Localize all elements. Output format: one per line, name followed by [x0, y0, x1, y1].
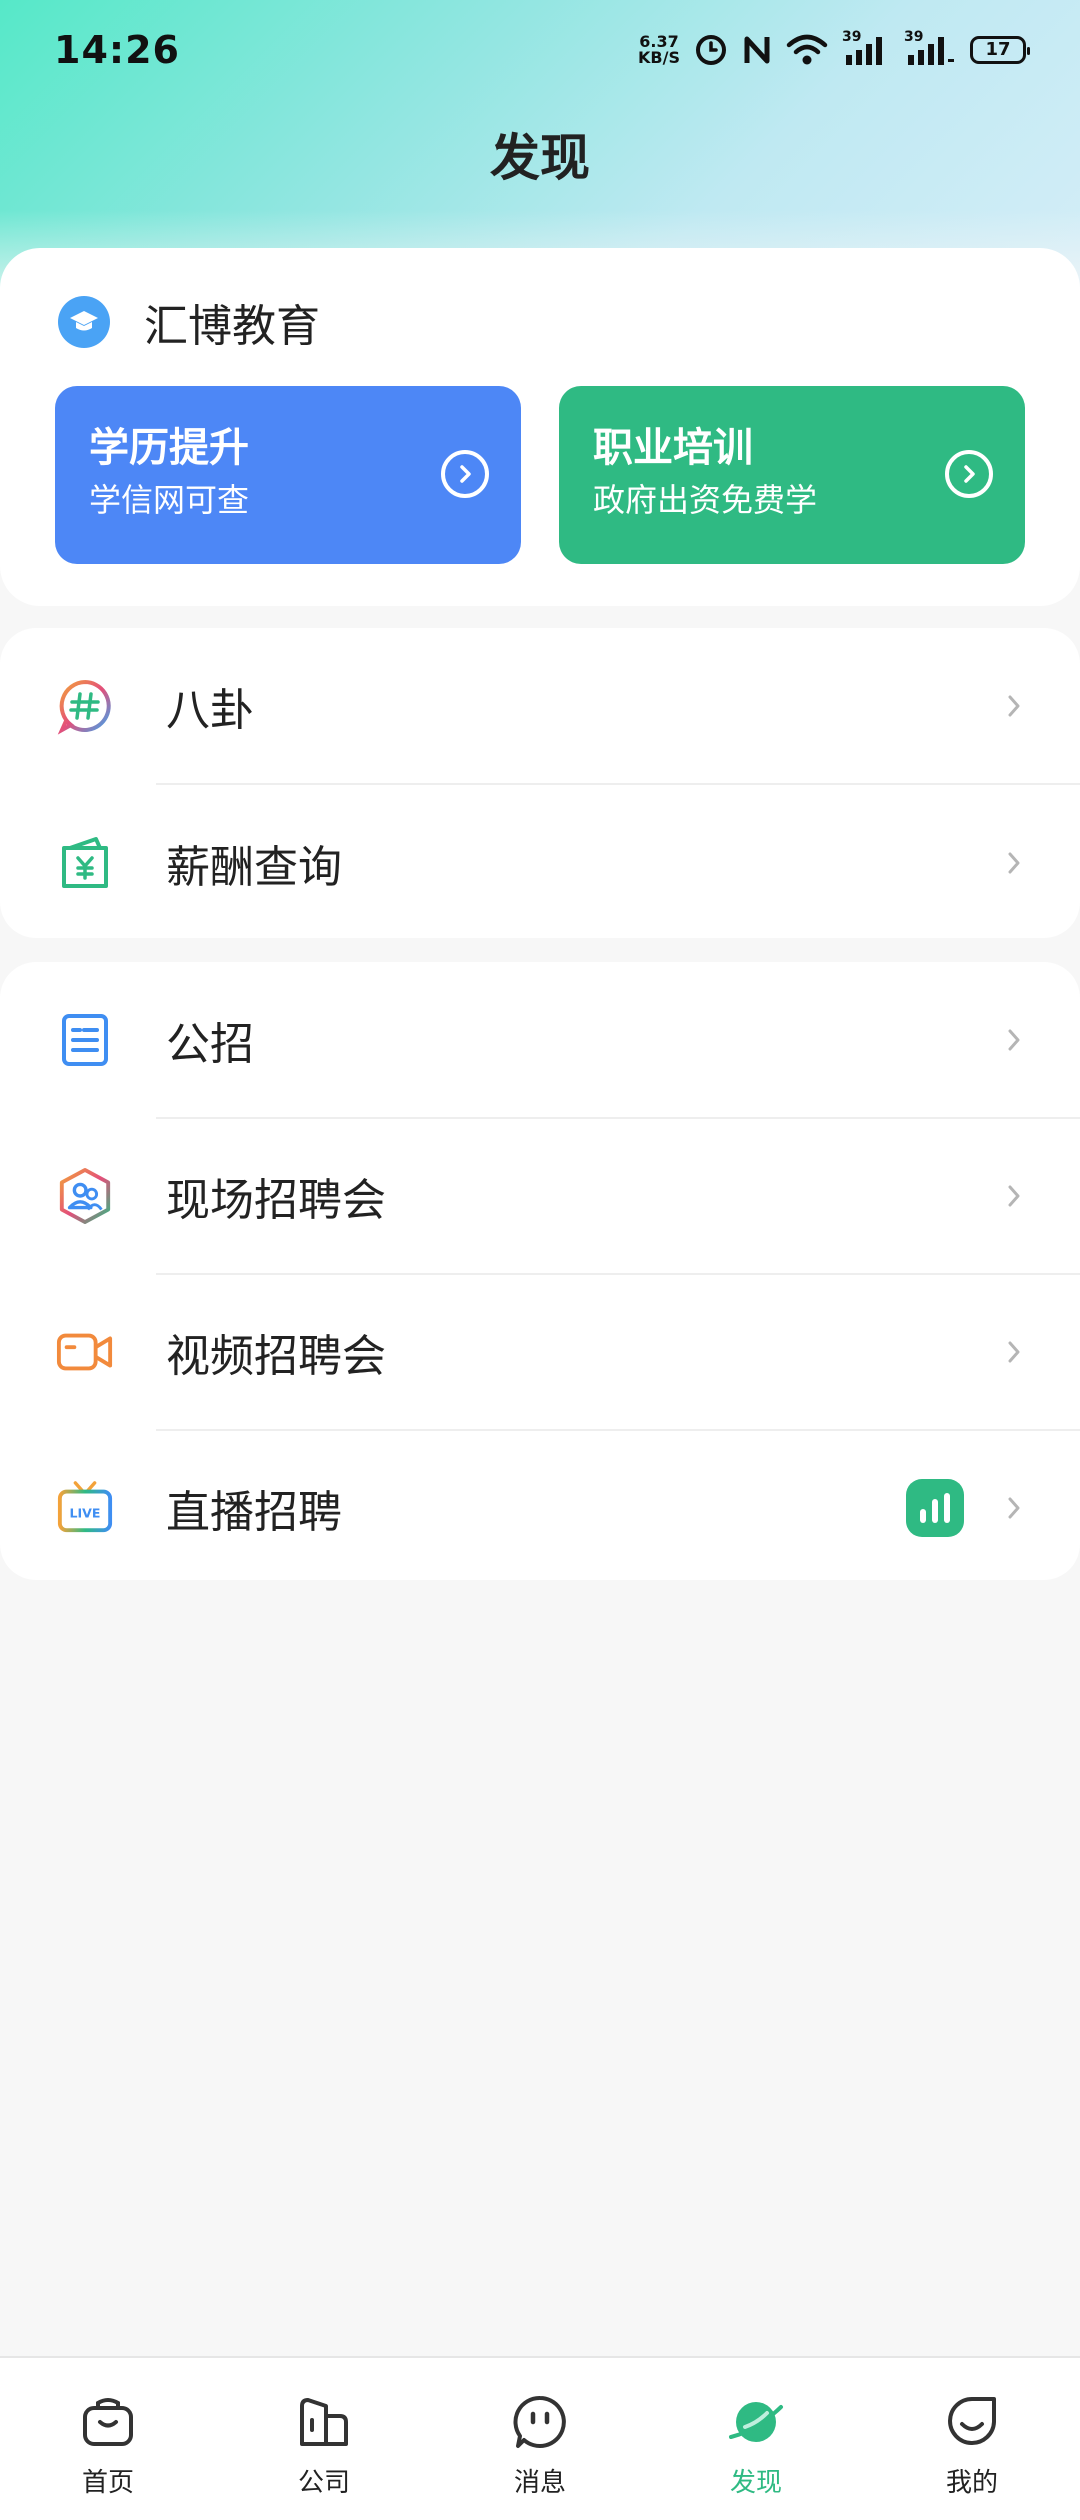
- graduation-cap-icon: [58, 296, 110, 348]
- status-bar: 14:26 6.37 KB/S 39 39 17: [0, 0, 1080, 100]
- promo-subtitle: 学信网可查: [89, 481, 250, 519]
- alarm-icon: [696, 35, 726, 65]
- arrow-circle-icon: [441, 450, 489, 498]
- promo-degree-upgrade[interactable]: 学历提升 学信网可查: [55, 386, 521, 564]
- chevron-right-icon: [1008, 1497, 1020, 1518]
- promo-vocational-training[interactable]: 职业培训 政府出资免费学: [559, 386, 1025, 564]
- list-item-label: 现场招聘会: [166, 1174, 386, 1226]
- list-item-label: 八卦: [166, 684, 254, 736]
- promo-title: 职业培训: [593, 425, 753, 471]
- list-item-live-recruitment[interactable]: LIVE 直播招聘: [0, 1430, 1080, 1585]
- svg-text:LIVE: LIVE: [70, 1505, 101, 1520]
- tab-me[interactable]: 我的: [864, 2358, 1080, 2520]
- chevron-right-icon: [1008, 1341, 1020, 1362]
- list-item-label: 公招: [166, 1018, 254, 1070]
- gossip-hashtag-icon: [56, 677, 114, 735]
- live-tv-icon: LIVE: [56, 1479, 114, 1537]
- arrow-circle-icon: [945, 450, 993, 498]
- tab-discover[interactable]: 发现: [648, 2358, 864, 2520]
- tab-label: 消息: [513, 2468, 566, 2498]
- battery-indicator: 17: [970, 36, 1030, 64]
- chevron-right-icon: [1008, 695, 1020, 716]
- tab-company[interactable]: 公司: [216, 2358, 432, 2520]
- chat-bubble-icon: [510, 2392, 570, 2452]
- video-camera-icon: [56, 1323, 114, 1381]
- bottom-tab-bar: 首页 公司 消息 发现 我的: [0, 2356, 1080, 2520]
- education-card: 汇博教育 学历提升 学信网可查 职业培训 政府出资免费学: [0, 248, 1080, 606]
- tab-messages[interactable]: 消息: [432, 2358, 648, 2520]
- document-icon: [56, 1011, 114, 1069]
- list-item-gossip[interactable]: 八卦: [0, 628, 1080, 783]
- status-time: 14:26: [54, 28, 180, 72]
- wifi-icon: [786, 34, 828, 65]
- signal-2: 39: [904, 29, 956, 67]
- promo-subtitle: 政府出资免费学: [593, 481, 818, 519]
- planet-icon: [726, 2392, 786, 2452]
- list-item-salary-query[interactable]: 薪酬查询: [0, 785, 1080, 940]
- cellular-signal-icon: [846, 37, 882, 65]
- promo-title: 学历提升: [89, 425, 249, 471]
- tab-label: 发现: [729, 2468, 782, 2498]
- list-item-label: 薪酬查询: [166, 841, 342, 893]
- list-section-community: 八卦 薪酬查询: [0, 628, 1080, 938]
- smile-face-icon: [942, 2392, 1002, 2452]
- chevron-right-icon: [1008, 1185, 1020, 1206]
- salary-wallet-icon: [56, 834, 114, 892]
- net-speed: 6.37 KB/S: [638, 32, 680, 67]
- tab-label: 首页: [81, 2468, 134, 2498]
- list-item-label: 直播招聘: [166, 1486, 342, 1538]
- list-item-video-job-fair[interactable]: 视频招聘会: [0, 1274, 1080, 1429]
- list-item-public-recruitment[interactable]: 公招: [0, 962, 1080, 1117]
- building-icon: [294, 2392, 354, 2452]
- tab-home[interactable]: 首页: [0, 2358, 216, 2520]
- signal-1: 39: [842, 29, 890, 67]
- tab-label: 公司: [297, 2468, 350, 2498]
- education-title: 汇博教育: [144, 301, 320, 352]
- status-icons: 6.37 KB/S 39 39 17: [638, 29, 1030, 67]
- list-item-label: 视频招聘会: [166, 1330, 386, 1382]
- people-hexagon-icon: [56, 1167, 114, 1225]
- tab-label: 我的: [945, 2468, 998, 2498]
- chevron-right-icon: [1008, 1029, 1020, 1050]
- bag-icon: [78, 2392, 138, 2452]
- page-title: 发现: [490, 129, 590, 187]
- nfc-icon: [744, 36, 770, 64]
- live-audio-bars-icon: [906, 1478, 964, 1537]
- chevron-right-icon: [1008, 852, 1020, 873]
- education-header: 汇博教育: [58, 290, 320, 354]
- list-item-onsite-job-fair[interactable]: 现场招聘会: [0, 1118, 1080, 1273]
- list-section-recruitment: 公招 现场招聘会 视频招聘会 LIVE 直播招聘: [0, 962, 1080, 1580]
- cellular-signal-icon: [908, 37, 954, 65]
